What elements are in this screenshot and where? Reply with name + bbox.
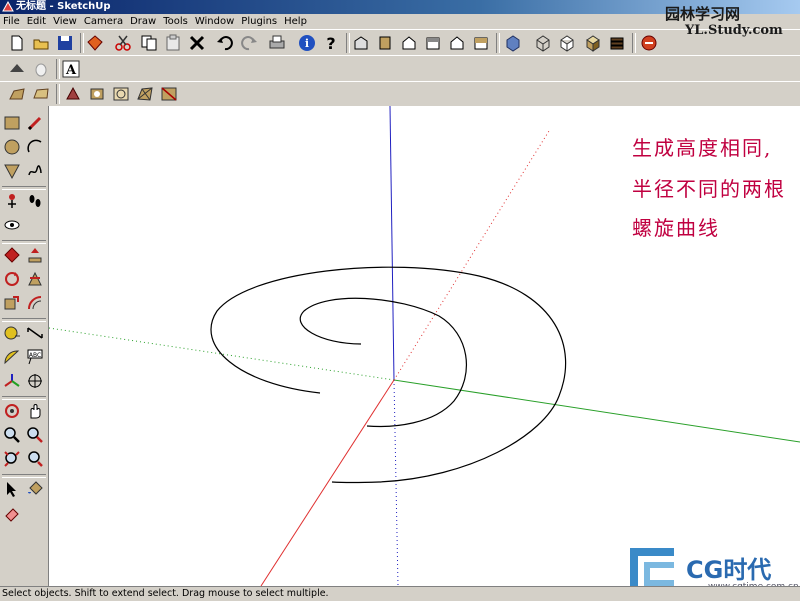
status-text: Select objects. Shift to extend select. … — [2, 588, 329, 599]
outer-spiral-curve — [210, 266, 567, 484]
window-title: 无标题 - SketchUp — [16, 1, 111, 12]
menu-draw[interactable]: Draw — [126, 14, 159, 29]
menu-view[interactable]: View — [49, 14, 80, 29]
tape-measure-icon[interactable] — [1, 322, 23, 344]
iso-view-icon[interactable] — [350, 32, 372, 54]
rectangle-tool-icon[interactable] — [1, 112, 23, 134]
scale-tool-icon[interactable] — [1, 292, 23, 314]
hidden-line-style-icon[interactable] — [556, 32, 578, 54]
blue-axis — [389, 106, 395, 381]
annotation-line-3: 螺旋曲线 — [632, 216, 720, 240]
menu-plugins[interactable]: Plugins — [237, 14, 280, 29]
flip-edge-icon[interactable] — [158, 83, 180, 105]
help-question-icon[interactable]: ? — [320, 32, 342, 54]
toolbar-row-2: A — [0, 55, 800, 83]
open-folder-icon[interactable] — [30, 32, 52, 54]
eraser-icon[interactable] — [1, 502, 23, 524]
watermark-top-url: YL.Study.com — [685, 23, 783, 38]
drawing-viewport[interactable]: 生成高度相同, 半径不同的两根 螺旋曲线 — [49, 106, 800, 586]
paint-bucket-icon[interactable] — [24, 478, 46, 500]
annotation-line-1: 生成高度相同, — [632, 136, 773, 160]
print-icon[interactable] — [266, 32, 288, 54]
drape-icon[interactable] — [110, 83, 132, 105]
undo-icon[interactable] — [214, 32, 236, 54]
paste-icon[interactable] — [162, 32, 184, 54]
sandbox-toolbar — [0, 81, 800, 108]
copy-icon[interactable] — [138, 32, 160, 54]
menu-camera[interactable]: Camera — [80, 14, 126, 29]
offset-tool-icon[interactable] — [24, 292, 46, 314]
previous-view-icon[interactable] — [24, 448, 46, 470]
front-view-icon[interactable] — [398, 32, 420, 54]
save-disk-icon[interactable] — [54, 32, 76, 54]
freehand-tool-icon[interactable] — [24, 160, 46, 182]
camera-position-icon[interactable] — [6, 58, 28, 80]
get-models-icon[interactable] — [638, 32, 660, 54]
look-around-eye-icon[interactable] — [1, 214, 23, 236]
menu-file[interactable]: File — [0, 14, 23, 29]
pan-hand-icon[interactable] — [24, 400, 46, 422]
redo-icon[interactable] — [238, 32, 260, 54]
arc-tool-icon[interactable] — [24, 136, 46, 158]
sandbox-scratch-icon[interactable] — [30, 83, 52, 105]
green-axis — [393, 379, 800, 443]
svg-text:i: i — [305, 37, 309, 50]
left-tool-palette: ABC — [0, 106, 49, 586]
model-info-icon[interactable]: i — [296, 32, 318, 54]
red-axis — [260, 379, 395, 586]
watermark-top-title: 园林学习网 — [665, 5, 741, 23]
zoom-icon[interactable] — [1, 424, 23, 446]
orbit-icon[interactable] — [1, 400, 23, 422]
menu-window[interactable]: Window — [191, 14, 237, 29]
egg-icon[interactable] — [30, 58, 52, 80]
stamp-icon[interactable] — [86, 83, 108, 105]
wireframe-style-icon[interactable] — [532, 32, 554, 54]
annotation-line-2: 半径不同的两根 — [632, 177, 786, 201]
axes-tool-icon[interactable] — [1, 370, 23, 392]
zoom-window-icon[interactable] — [24, 424, 46, 446]
text-label-icon[interactable]: ABC — [24, 346, 46, 368]
select-arrow-icon[interactable] — [1, 478, 23, 500]
cut-scissors-icon[interactable] — [112, 32, 134, 54]
menu-help[interactable]: Help — [280, 14, 310, 29]
menu-tools[interactable]: Tools — [159, 14, 191, 29]
right-view-icon[interactable] — [422, 32, 444, 54]
blue-axis-dotted — [393, 379, 399, 586]
status-bar: Select objects. Shift to extend select. … — [0, 586, 800, 601]
position-camera-icon[interactable] — [1, 190, 23, 212]
watermark-bottom-brand: CG时代 — [686, 556, 772, 584]
watermark-top: 园林学习网 YL.Study.com — [665, 3, 797, 43]
zoom-extents-icon[interactable] — [1, 448, 23, 470]
follow-path-icon[interactable] — [24, 268, 46, 290]
protractor-icon[interactable] — [1, 346, 23, 368]
add-detail-icon[interactable] — [134, 83, 156, 105]
back-view-icon[interactable] — [446, 32, 468, 54]
follow-me-icon[interactable] — [1, 244, 23, 266]
3d-text-icon[interactable]: A — [60, 58, 82, 80]
smoove-icon[interactable] — [62, 83, 84, 105]
polygon-tool-icon[interactable] — [1, 160, 23, 182]
make-component-icon[interactable] — [84, 32, 106, 54]
xray-style-icon[interactable] — [502, 32, 524, 54]
new-file-icon[interactable] — [6, 32, 28, 54]
3d-text-tool-icon[interactable] — [24, 370, 46, 392]
line-pencil-icon[interactable] — [24, 112, 46, 134]
rotate-tool-icon[interactable] — [1, 268, 23, 290]
sketchup-logo-icon — [2, 1, 14, 12]
sandbox-contours-icon[interactable] — [6, 83, 28, 105]
top-view-icon[interactable] — [374, 32, 396, 54]
circle-tool-icon[interactable] — [1, 136, 23, 158]
push-pull-icon[interactable] — [24, 244, 46, 266]
svg-text:A: A — [65, 63, 77, 78]
erase-x-icon[interactable] — [186, 32, 208, 54]
red-axis-dotted — [393, 130, 550, 381]
menu-edit[interactable]: Edit — [23, 14, 49, 29]
textured-style-icon[interactable] — [606, 32, 628, 54]
svg-text:?: ? — [326, 34, 335, 52]
walk-footprints-icon[interactable] — [24, 190, 46, 212]
shaded-style-icon[interactable] — [582, 32, 604, 54]
dimension-tool-icon[interactable] — [24, 322, 46, 344]
inner-spiral-curve — [299, 297, 467, 428]
left-view-icon[interactable] — [470, 32, 492, 54]
